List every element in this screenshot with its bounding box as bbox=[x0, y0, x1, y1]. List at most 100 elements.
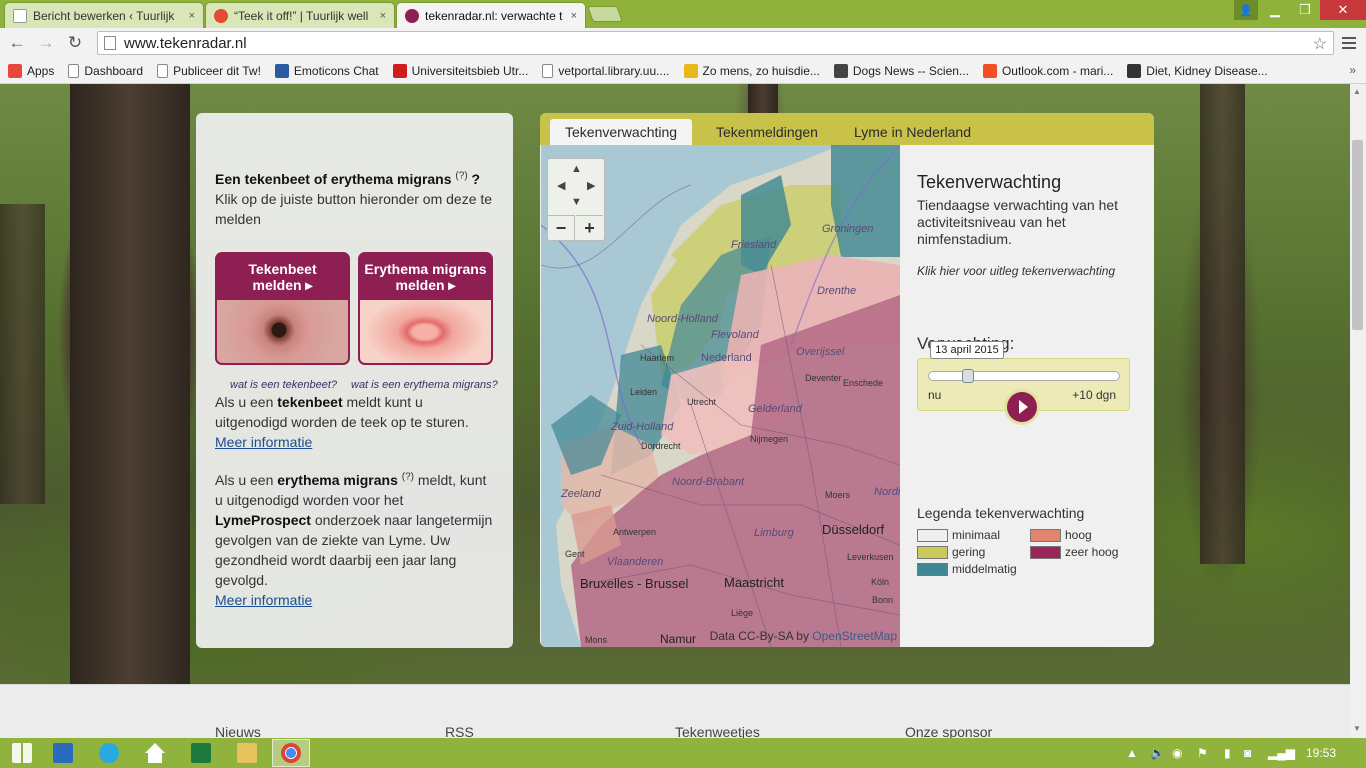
map-label: Utrecht bbox=[687, 397, 717, 407]
reload-icon[interactable]: ↻ bbox=[64, 32, 86, 54]
bookmark-label: Outlook.com - mari... bbox=[1001, 63, 1114, 78]
skype-icon[interactable] bbox=[99, 743, 119, 763]
map-label: Antwerpen bbox=[613, 527, 656, 537]
footer-link-tekenweetjes[interactable]: Tekenweetjes bbox=[675, 724, 760, 738]
tab-title: Bericht bewerken ‹ Tuurlijk bbox=[33, 8, 175, 23]
network-signal-icon[interactable]: ▂▄▆ bbox=[1268, 746, 1295, 760]
address-bar[interactable]: www.tekenradar.nl ☆ bbox=[97, 31, 1334, 55]
page-icon bbox=[13, 8, 27, 23]
more-info-link-2[interactable]: Meer informatie bbox=[215, 592, 312, 608]
legend-label: gering bbox=[952, 545, 986, 559]
help-icon[interactable]: (?) bbox=[402, 471, 414, 482]
play-animation-button[interactable] bbox=[1004, 389, 1040, 425]
legend-label: hoog bbox=[1065, 528, 1092, 542]
minimize-button[interactable]: ▁ bbox=[1260, 0, 1290, 20]
pan-left-icon[interactable]: ◀ bbox=[557, 179, 565, 192]
map-attribution: Data CC-By-SA by OpenStreetMap bbox=[710, 629, 897, 643]
browser-tab-3[interactable]: tekenradar.nl: verwachte t × bbox=[396, 2, 586, 28]
browser-tab-2[interactable]: “Teek it off!” | Tuurlijk well × bbox=[205, 2, 395, 28]
report-tick-bite-button[interactable]: Tekenbeet melden ▸ bbox=[215, 252, 350, 365]
bookmark-item[interactable]: Zo mens, zo huisdie... bbox=[683, 63, 820, 78]
action-center-flag-icon[interactable]: ⚑ bbox=[1197, 746, 1208, 760]
bookmark-label: Apps bbox=[27, 63, 55, 78]
profile-icon[interactable]: 👤 bbox=[1234, 0, 1258, 20]
maximize-button[interactable]: ❐ bbox=[1290, 0, 1320, 20]
file-explorer-icon[interactable] bbox=[237, 743, 257, 763]
tab-close-icon[interactable]: × bbox=[380, 10, 386, 22]
tick-favicon-icon bbox=[405, 8, 419, 23]
volume-icon[interactable]: 🔈 bbox=[1150, 746, 1165, 760]
bookmarks-overflow-icon[interactable]: » bbox=[1349, 63, 1356, 77]
tab-lyme-in-nederland[interactable]: Lyme in Nederland bbox=[839, 119, 986, 145]
forecast-slider-track[interactable] bbox=[928, 371, 1120, 381]
tray-expand-icon[interactable]: ▲ bbox=[1126, 746, 1138, 760]
pan-right-icon[interactable]: ▶ bbox=[587, 179, 595, 192]
sd-icon bbox=[833, 63, 848, 78]
bookmark-star-icon[interactable]: ☆ bbox=[1313, 34, 1327, 54]
pan-up-icon[interactable]: ▲ bbox=[571, 163, 582, 175]
footer-link-nieuws[interactable]: Nieuws bbox=[215, 724, 261, 738]
excel-icon[interactable] bbox=[191, 743, 211, 763]
tick-bite-label-line2: melden ▸ bbox=[252, 277, 313, 293]
openstreetmap-link[interactable]: OpenStreetMap bbox=[812, 629, 897, 643]
tab-tekenverwachting[interactable]: Tekenverwachting bbox=[550, 119, 693, 145]
page-scrollbar[interactable]: ▲ ▼ bbox=[1350, 84, 1366, 738]
bookmark-label: Zo mens, zo huisdie... bbox=[702, 63, 820, 78]
pan-down-icon[interactable]: ▼ bbox=[571, 196, 582, 208]
tick-bite-label: Tekenbeet melden ▸ bbox=[217, 254, 348, 300]
slider-start-label: nu bbox=[928, 388, 942, 402]
apps-grid-icon bbox=[8, 63, 22, 78]
chrome-icon[interactable] bbox=[281, 743, 301, 763]
map-label: Drenthe bbox=[817, 285, 856, 297]
footer-link-rss[interactable]: RSS bbox=[445, 724, 474, 738]
attribution-text: Data CC-By-SA by bbox=[709, 629, 813, 643]
bookmark-item[interactable]: Emoticons Chat bbox=[274, 63, 379, 78]
legend-label: middelmatig bbox=[952, 562, 1017, 576]
emoticon-icon bbox=[274, 63, 289, 78]
forward-arrow-icon[interactable]: → bbox=[35, 32, 57, 54]
new-tab-button[interactable] bbox=[587, 6, 623, 22]
map-label: Nordr bbox=[874, 486, 900, 498]
zoom-out-button[interactable]: − bbox=[548, 215, 575, 241]
forecast-explanation-link[interactable]: Klik hier voor uitleg tekenverwachting bbox=[917, 264, 1147, 278]
bookmark-item[interactable]: Publiceer dit Tw! bbox=[157, 63, 261, 78]
scroll-down-icon[interactable]: ▼ bbox=[1353, 724, 1361, 733]
legend-item: zeer hoog bbox=[1030, 545, 1118, 559]
more-info-link-1[interactable]: Meer informatie bbox=[215, 434, 312, 450]
bookmark-item[interactable]: Outlook.com - mari... bbox=[982, 63, 1114, 78]
bookmark-item[interactable]: Universiteitsbieb Utr... bbox=[392, 63, 528, 78]
scrollbar-thumb[interactable] bbox=[1352, 140, 1363, 330]
forecast-subtitle: Tiendaagse verwachting van het activitei… bbox=[917, 197, 1119, 247]
scroll-up-icon[interactable]: ▲ bbox=[1353, 87, 1361, 96]
camera-icon[interactable]: ◙ bbox=[1244, 746, 1251, 760]
bookmark-item[interactable]: Diet, Kidney Disease... bbox=[1127, 63, 1268, 78]
bookmark-item[interactable]: Apps bbox=[8, 63, 55, 78]
page-footer: Nieuws RSS Tekenweetjes Onze sponsor bbox=[0, 684, 1350, 738]
close-window-button[interactable]: ✕ bbox=[1320, 0, 1366, 20]
report-erythema-button[interactable]: Erythema migrans melden ▸ bbox=[358, 252, 493, 365]
forecast-slider-handle[interactable] bbox=[962, 369, 975, 383]
forecast-map[interactable]: Friesland Groningen Drenthe Noord-Hollan… bbox=[541, 145, 900, 647]
tab-close-icon[interactable]: × bbox=[571, 10, 577, 22]
legend-item: hoog bbox=[1030, 528, 1092, 542]
browser-tab-1[interactable]: Bericht bewerken ‹ Tuurlijk × bbox=[4, 2, 204, 28]
legend-item: minimaal bbox=[917, 528, 1000, 542]
battery-icon[interactable]: ▮ bbox=[1224, 746, 1231, 760]
home-icon[interactable] bbox=[145, 743, 165, 763]
footer-link-sponsor[interactable]: Onze sponsor bbox=[905, 724, 992, 738]
help-icon[interactable]: (?) bbox=[455, 170, 467, 181]
bookmark-item[interactable]: Dashboard bbox=[68, 63, 143, 78]
forecast-slider-box: 13 april 2015 nu +10 dgn bbox=[917, 341, 1130, 425]
windows-start-icon[interactable] bbox=[12, 743, 32, 763]
tab-close-icon[interactable]: × bbox=[189, 10, 195, 22]
bookmark-item[interactable]: vetportal.library.uu.... bbox=[542, 63, 670, 78]
bookmark-item[interactable]: Dogs News -- Scien... bbox=[833, 63, 969, 78]
zoom-in-button[interactable]: + bbox=[576, 215, 603, 241]
taskbar-clock[interactable]: 19:53 bbox=[1306, 746, 1336, 760]
desktop-icon[interactable] bbox=[53, 743, 73, 763]
tray-app-icon[interactable]: ◉ bbox=[1172, 746, 1182, 760]
para2-text: Als u een bbox=[215, 472, 278, 488]
tab-tekenmeldingen[interactable]: Tekenmeldingen bbox=[701, 119, 833, 145]
back-arrow-icon[interactable]: ← bbox=[6, 32, 28, 54]
chrome-menu-icon[interactable] bbox=[1342, 35, 1356, 51]
